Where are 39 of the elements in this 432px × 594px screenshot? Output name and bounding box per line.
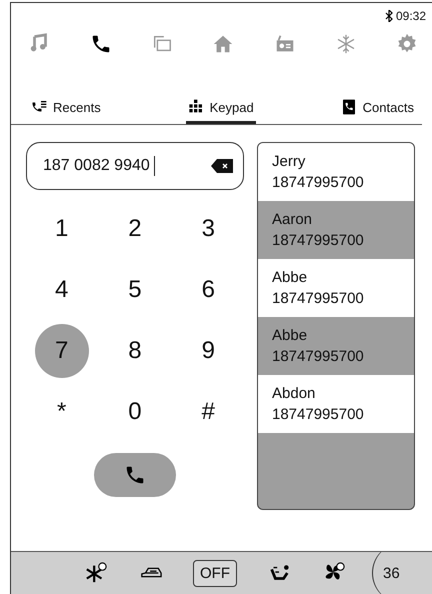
contact-row[interactable]: Abdon 18747995700 — [258, 375, 414, 433]
keypad-key[interactable]: 4 — [34, 263, 89, 317]
keypad-key[interactable]: 7 — [34, 324, 89, 378]
keypad-key[interactable]: 6 — [181, 263, 236, 317]
tab[interactable]: Recents — [29, 97, 103, 124]
keypad-key[interactable]: 8 — [108, 324, 162, 378]
dial-field[interactable]: 187 0082 9940 — [26, 142, 244, 190]
keypad-key[interactable]: # — [181, 385, 236, 439]
keypad-key[interactable]: 9 — [181, 324, 236, 378]
contact-row[interactable]: Jerry 18747995700 — [258, 143, 414, 201]
contact-name: Abdon — [272, 384, 316, 404]
view-360-button[interactable]: 36 — [372, 552, 432, 594]
off-button[interactable]: OFF — [193, 560, 237, 586]
contact-name: Abbe — [272, 268, 308, 288]
backspace-icon[interactable] — [211, 159, 233, 173]
contact-number: 18747995700 — [272, 173, 365, 193]
keypad-key[interactable]: * — [34, 385, 89, 439]
tab[interactable]: Contacts — [338, 97, 416, 124]
contact-row[interactable]: Abbe 18747995700 — [258, 259, 414, 317]
contact-name: Abbe — [272, 326, 308, 346]
snowflake-badge-icon — [85, 562, 107, 584]
contact-number: 18747995700 — [272, 289, 365, 309]
keypad-key[interactable]: 3 — [181, 202, 236, 256]
contact-number: 18747995700 — [272, 231, 365, 251]
call-button[interactable] — [94, 453, 176, 497]
contact-book-icon — [340, 99, 357, 115]
keypad-key[interactable]: 5 — [108, 263, 162, 317]
contact-number: 18747995700 — [272, 405, 365, 425]
keypad-icon — [188, 99, 204, 115]
contact-name: Aaron — [272, 210, 314, 230]
keypad-key[interactable]: 0 — [108, 385, 162, 439]
contact-name: Jerry — [272, 152, 306, 172]
clock-time: 09:32 — [396, 9, 426, 23]
keypad-key[interactable]: 1 — [34, 202, 89, 256]
contact-number: 18747995700 — [272, 347, 365, 367]
phone-icon — [124, 464, 146, 486]
tab[interactable]: Keypad — [186, 97, 256, 124]
bluetooth-icon — [384, 10, 393, 22]
keypad-key[interactable]: 2 — [108, 202, 162, 256]
